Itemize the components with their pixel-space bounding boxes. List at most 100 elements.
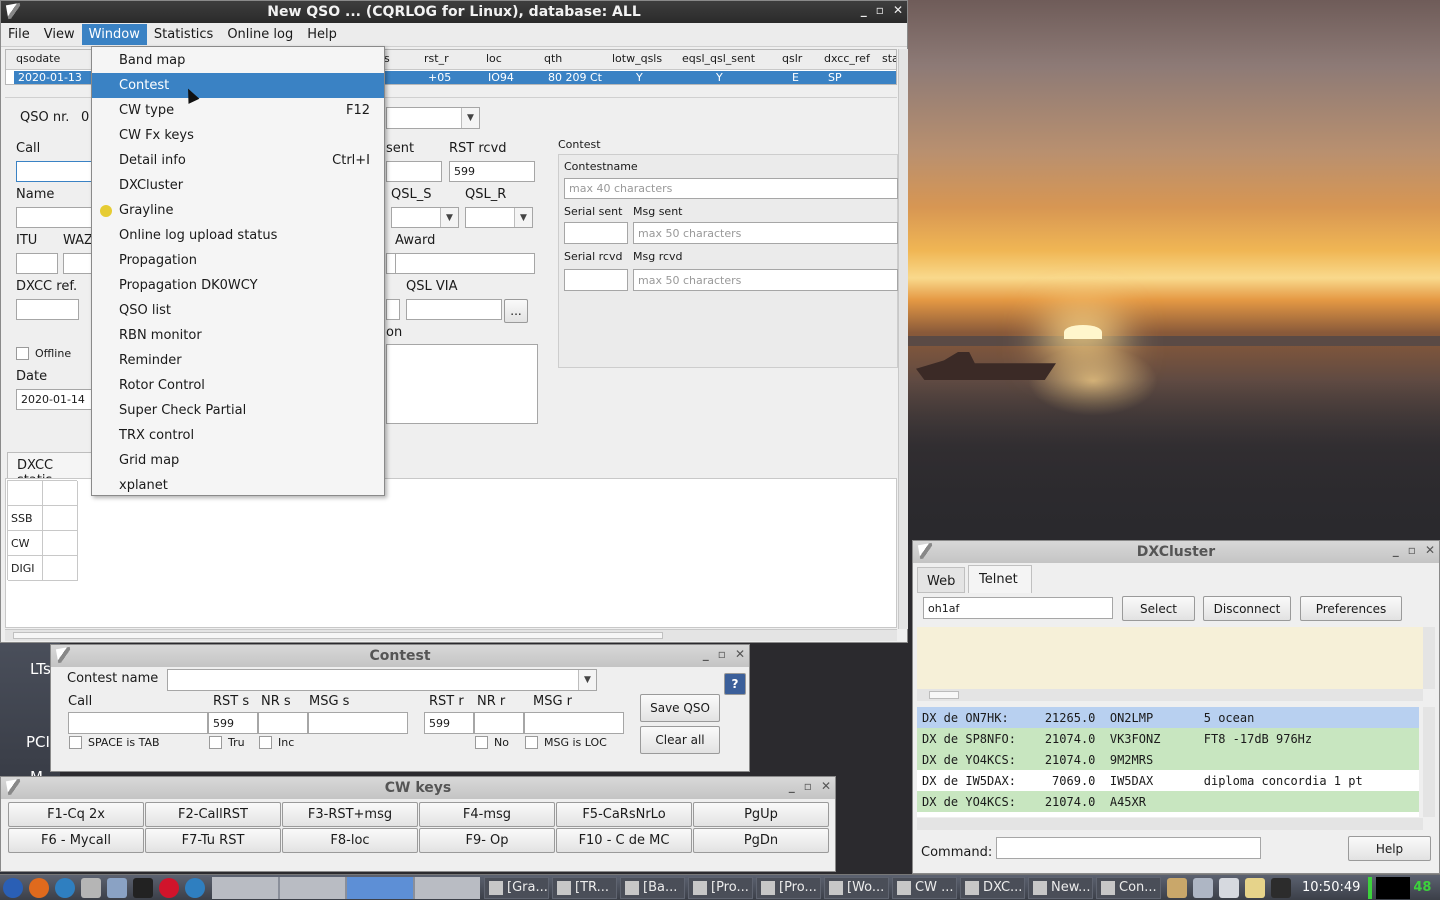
msg-s-input[interactable]: [308, 712, 408, 734]
maximize-icon[interactable]: ▫: [804, 779, 812, 793]
rst-sent-input[interactable]: [386, 161, 442, 182]
volume-icon[interactable]: [1193, 877, 1213, 898]
globe-icon[interactable]: [185, 877, 205, 898]
menu-item[interactable]: Band map: [92, 48, 384, 73]
taskbar-task[interactable]: Con...: [1096, 876, 1161, 899]
close-icon[interactable]: ✕: [1425, 543, 1435, 557]
menu-item[interactable]: Contest: [92, 73, 384, 98]
cw-key-button[interactable]: F6 - Mycall: [8, 828, 144, 853]
taskbar-task[interactable]: [Pro...: [688, 876, 753, 899]
help-button[interactable]: Help: [1348, 836, 1431, 861]
close-icon[interactable]: ✕: [821, 779, 831, 793]
telnet-hscroll[interactable]: [917, 689, 1423, 701]
menu-item[interactable]: Propagation: [92, 248, 384, 273]
cw-key-button[interactable]: F5-CaRsNrLo: [556, 802, 692, 827]
msg-sent-input[interactable]: max 50 characters: [633, 222, 898, 244]
msg-rcvd-input[interactable]: max 50 characters: [633, 269, 898, 291]
menu-view[interactable]: View: [37, 24, 82, 45]
col-lotw[interactable]: lotw_qsls: [612, 52, 662, 65]
col-sta[interactable]: sta: [882, 52, 896, 65]
maximize-icon[interactable]: ▫: [876, 3, 884, 17]
scrollbar-thumb[interactable]: [929, 691, 959, 699]
menu-item[interactable]: DXCluster: [92, 173, 384, 198]
spot-hscroll[interactable]: [917, 818, 1423, 830]
clock[interactable]: 10:50:49: [1302, 880, 1360, 895]
horizontal-scrollbar[interactable]: [5, 629, 897, 641]
taskbar-task[interactable]: [TR...: [552, 876, 617, 899]
cw-key-button[interactable]: F4-msg: [419, 802, 555, 827]
minimize-icon[interactable]: _: [789, 779, 795, 793]
tab-dxcc-statistics[interactable]: DXCC statis: [7, 452, 95, 488]
taskbar-task[interactable]: CW ...: [892, 876, 957, 899]
workspace-1[interactable]: [212, 876, 278, 899]
close-icon[interactable]: ✕: [735, 647, 745, 661]
cw-key-button[interactable]: F3-RST+msg: [282, 802, 418, 827]
chevron-down-icon[interactable]: ▼: [461, 108, 479, 128]
workspace-4[interactable]: [414, 876, 480, 899]
nr-s-input[interactable]: [258, 712, 308, 734]
name-input[interactable]: [16, 207, 94, 228]
bluetooth-icon[interactable]: [1271, 877, 1291, 898]
select-button[interactable]: Select: [1122, 596, 1195, 621]
menu-file[interactable]: File: [1, 24, 37, 45]
cw-key-button[interactable]: F2-CallRST: [145, 802, 281, 827]
maximize-icon[interactable]: ▫: [1408, 543, 1416, 557]
chevron-down-icon[interactable]: ▼: [578, 670, 596, 690]
tab-web[interactable]: Web: [917, 567, 965, 593]
call-input[interactable]: [16, 161, 94, 182]
rst-s-input[interactable]: 599: [208, 712, 258, 734]
taskbar-task[interactable]: DXC...: [960, 876, 1025, 899]
menu-help[interactable]: Help: [300, 24, 344, 45]
menu-item[interactable]: RBN monitor: [92, 323, 384, 348]
menu-item[interactable]: Detail info Ctrl+I: [92, 148, 384, 173]
inc-checkbox[interactable]: [259, 736, 272, 749]
taskbar-task[interactable]: [Wo...: [824, 876, 889, 899]
qsl-r-combo[interactable]: ▼: [465, 207, 533, 228]
award-input[interactable]: [395, 253, 535, 274]
qsl-via-lookup-button[interactable]: ...: [504, 299, 528, 323]
no-checkbox[interactable]: [475, 736, 488, 749]
menu-item[interactable]: Rotor Control: [92, 373, 384, 398]
computer-icon[interactable]: [107, 877, 127, 898]
terminal-icon[interactable]: [133, 877, 153, 898]
menu-item[interactable]: Super Check Partial: [92, 398, 384, 423]
close-icon[interactable]: ✕: [893, 3, 903, 17]
chevron-down-icon[interactable]: ▼: [514, 208, 532, 227]
main-title-bar[interactable]: New QSO ... (CQRLOG for Linux), database…: [1, 1, 907, 23]
menu-item[interactable]: xplanet: [92, 473, 384, 498]
contest-title-bar[interactable]: Contest _ ▫ ✕: [51, 645, 749, 667]
spot-vscroll[interactable]: [1423, 707, 1435, 817]
chevron-down-icon[interactable]: ▼: [440, 208, 458, 227]
waz-input[interactable]: [63, 253, 94, 274]
spot-list[interactable]: DX de ON7HK: 21265.0 ON2LMP 5 ocean DX de…: [917, 707, 1419, 817]
cw-key-button[interactable]: F10 - C de MC: [556, 828, 692, 853]
callsign-input[interactable]: oh1af: [923, 597, 1113, 619]
dxcc-ref-input[interactable]: [16, 299, 79, 320]
menu-item[interactable]: Reminder: [92, 348, 384, 373]
dxcluster-title-bar[interactable]: DXCluster _ ▫ ✕: [913, 541, 1439, 563]
maximize-icon[interactable]: ▫: [718, 647, 726, 661]
spot-row[interactable]: DX de YO4KCS: 21074.0 9M2MRS: [917, 749, 1419, 770]
menu-item[interactable]: QSO list: [92, 298, 384, 323]
disconnect-button[interactable]: Disconnect: [1203, 596, 1291, 621]
offline-checkbox[interactable]: [16, 347, 29, 360]
msg-loc-checkbox[interactable]: [525, 736, 538, 749]
spot-row[interactable]: DX de YO4KCS: 21074.0 A45XR: [917, 791, 1419, 812]
help-icon[interactable]: ?: [724, 673, 746, 695]
col-rst-r[interactable]: rst_r: [424, 52, 449, 65]
cw-key-button[interactable]: F1-Cq 2x: [8, 802, 144, 827]
taskbar-task[interactable]: [Gra...: [484, 876, 549, 899]
cw-key-button[interactable]: F8-loc: [282, 828, 418, 853]
mode-combo[interactable]: ▼: [386, 107, 480, 129]
col-dxcc-ref[interactable]: dxcc_ref: [824, 52, 870, 65]
col-qth[interactable]: qth: [544, 52, 562, 65]
spot-row[interactable]: DX de SP8NFO: 21074.0 VK3FONZ FT8 -17dB …: [917, 728, 1419, 749]
menu-item[interactable]: Propagation DK0WCY: [92, 273, 384, 298]
taskbar-task[interactable]: New...: [1028, 876, 1093, 899]
space-tab-checkbox[interactable]: [69, 736, 82, 749]
col-qsodate[interactable]: qsodate: [16, 52, 60, 65]
vertical-scrollbar[interactable]: [898, 49, 908, 629]
clipboard-icon[interactable]: [1167, 877, 1187, 898]
workspace-3[interactable]: [347, 876, 413, 899]
contest-name-combo[interactable]: ▼: [167, 669, 597, 691]
